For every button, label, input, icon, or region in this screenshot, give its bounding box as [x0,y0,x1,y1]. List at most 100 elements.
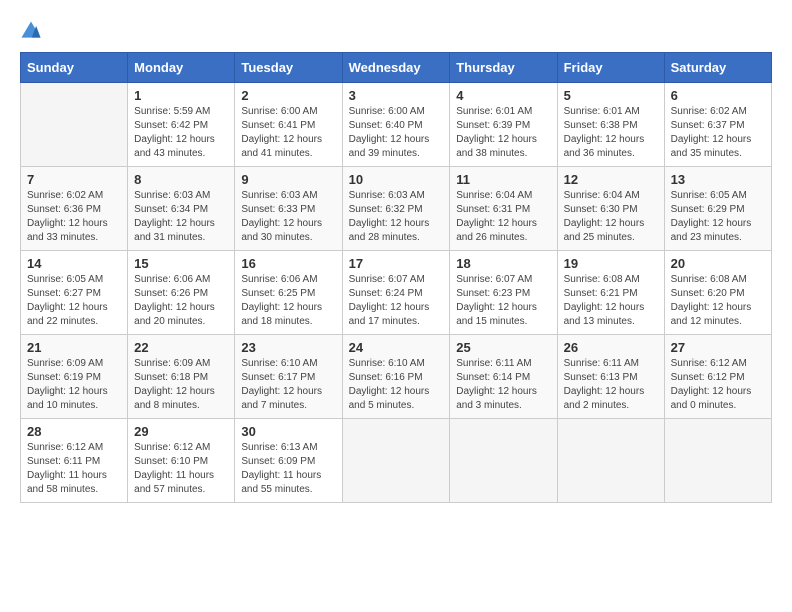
week-row: 7 Sunrise: 6:02 AM Sunset: 6:36 PM Daylig… [21,167,772,251]
day-number: 25 [456,340,550,355]
col-header-saturday: Saturday [664,53,771,83]
page-header [20,20,772,42]
day-info: Sunrise: 5:59 AM Sunset: 6:42 PM Dayligh… [134,105,228,161]
calendar-cell: 11 Sunrise: 6:04 AM Sunset: 6:31 PM Dayli… [450,167,557,251]
calendar-cell: 28Sunrise: 6:12 AM Sunset: 6:11 PM Dayli… [21,419,128,503]
calendar-cell: 13 Sunrise: 6:05 AM Sunset: 6:29 PM Dayli… [664,167,771,251]
day-info: Sunrise: 6:11 AM Sunset: 6:14 PM Dayligh… [456,357,550,413]
day-number: 9 [241,172,335,187]
day-info: Sunrise: 6:05 AM Sunset: 6:27 PM Dayligh… [27,273,121,329]
day-number: 4 [456,88,550,103]
day-info: Sunrise: 6:03 AM Sunset: 6:34 PM Dayligh… [134,189,228,245]
day-info: Sunrise: 6:05 AM Sunset: 6:29 PM Dayligh… [671,189,765,245]
day-number: 30 [241,424,335,439]
day-number: 12 [564,172,658,187]
calendar-cell: 12 Sunrise: 6:04 AM Sunset: 6:30 PM Dayli… [557,167,664,251]
day-info: Sunrise: 6:03 AM Sunset: 6:32 PM Dayligh… [349,189,444,245]
day-number: 29 [134,424,228,439]
day-number: 5 [564,88,658,103]
calendar-cell [450,419,557,503]
day-info: Sunrise: 6:08 AM Sunset: 6:20 PM Dayligh… [671,273,765,329]
day-number: 15 [134,256,228,271]
day-info: Sunrise: 6:01 AM Sunset: 6:39 PM Dayligh… [456,105,550,161]
col-header-tuesday: Tuesday [235,53,342,83]
day-info: Sunrise: 6:08 AM Sunset: 6:21 PM Dayligh… [564,273,658,329]
day-number: 19 [564,256,658,271]
col-header-sunday: Sunday [21,53,128,83]
day-info: Sunrise: 6:06 AM Sunset: 6:26 PM Dayligh… [134,273,228,329]
calendar-cell: 26 Sunrise: 6:11 AM Sunset: 6:13 PM Dayli… [557,335,664,419]
header-row: SundayMondayTuesdayWednesdayThursdayFrid… [21,53,772,83]
day-number: 14 [27,256,121,271]
day-info: Sunrise: 6:13 AM Sunset: 6:09 PM Dayligh… [241,441,335,497]
day-number: 23 [241,340,335,355]
day-number: 13 [671,172,765,187]
calendar-cell: 19 Sunrise: 6:08 AM Sunset: 6:21 PM Dayli… [557,251,664,335]
calendar-cell: 30 Sunrise: 6:13 AM Sunset: 6:09 PM Dayli… [235,419,342,503]
calendar-cell: 6 Sunrise: 6:02 AM Sunset: 6:37 PM Daylig… [664,83,771,167]
day-number: 16 [241,256,335,271]
logo [20,20,46,42]
day-number: 7 [27,172,121,187]
day-info: Sunrise: 6:04 AM Sunset: 6:31 PM Dayligh… [456,189,550,245]
calendar-cell [557,419,664,503]
day-info: Sunrise: 6:02 AM Sunset: 6:37 PM Dayligh… [671,105,765,161]
calendar-cell: 4 Sunrise: 6:01 AM Sunset: 6:39 PM Daylig… [450,83,557,167]
day-number: 22 [134,340,228,355]
day-number: 11 [456,172,550,187]
calendar-cell: 9Sunrise: 6:03 AM Sunset: 6:33 PM Daylig… [235,167,342,251]
calendar-cell: 22 Sunrise: 6:09 AM Sunset: 6:18 PM Dayli… [128,335,235,419]
day-info: Sunrise: 6:02 AM Sunset: 6:36 PM Dayligh… [27,189,121,245]
col-header-monday: Monday [128,53,235,83]
calendar-cell: 20 Sunrise: 6:08 AM Sunset: 6:20 PM Dayli… [664,251,771,335]
day-info: Sunrise: 6:00 AM Sunset: 6:40 PM Dayligh… [349,105,444,161]
day-number: 27 [671,340,765,355]
day-number: 3 [349,88,444,103]
day-info: Sunrise: 6:06 AM Sunset: 6:25 PM Dayligh… [241,273,335,329]
day-info: Sunrise: 6:00 AM Sunset: 6:41 PM Dayligh… [241,105,335,161]
calendar-cell: 2 Sunrise: 6:00 AM Sunset: 6:41 PM Daylig… [235,83,342,167]
calendar-cell: 14 Sunrise: 6:05 AM Sunset: 6:27 PM Dayli… [21,251,128,335]
day-info: Sunrise: 6:07 AM Sunset: 6:23 PM Dayligh… [456,273,550,329]
calendar-cell [664,419,771,503]
calendar-cell: 3 Sunrise: 6:00 AM Sunset: 6:40 PM Daylig… [342,83,450,167]
col-header-thursday: Thursday [450,53,557,83]
logo-icon [20,20,42,42]
day-number: 6 [671,88,765,103]
day-info: Sunrise: 6:04 AM Sunset: 6:30 PM Dayligh… [564,189,658,245]
week-row: 21Sunrise: 6:09 AM Sunset: 6:19 PM Dayli… [21,335,772,419]
calendar-cell: 1 Sunrise: 5:59 AM Sunset: 6:42 PM Daylig… [128,83,235,167]
day-info: Sunrise: 6:12 AM Sunset: 6:12 PM Dayligh… [671,357,765,413]
day-info: Sunrise: 6:10 AM Sunset: 6:17 PM Dayligh… [241,357,335,413]
calendar-cell: 24 Sunrise: 6:10 AM Sunset: 6:16 PM Dayli… [342,335,450,419]
calendar-cell: 10Sunrise: 6:03 AM Sunset: 6:32 PM Dayli… [342,167,450,251]
calendar-cell: 17 Sunrise: 6:07 AM Sunset: 6:24 PM Dayli… [342,251,450,335]
col-header-wednesday: Wednesday [342,53,450,83]
day-number: 21 [27,340,121,355]
day-info: Sunrise: 6:11 AM Sunset: 6:13 PM Dayligh… [564,357,658,413]
day-number: 20 [671,256,765,271]
day-number: 24 [349,340,444,355]
calendar-cell: 7 Sunrise: 6:02 AM Sunset: 6:36 PM Daylig… [21,167,128,251]
calendar-cell: 18 Sunrise: 6:07 AM Sunset: 6:23 PM Dayli… [450,251,557,335]
calendar-table: SundayMondayTuesdayWednesdayThursdayFrid… [20,52,772,503]
day-number: 28 [27,424,121,439]
week-row: 28Sunrise: 6:12 AM Sunset: 6:11 PM Dayli… [21,419,772,503]
calendar-cell [342,419,450,503]
calendar-cell: 23 Sunrise: 6:10 AM Sunset: 6:17 PM Dayli… [235,335,342,419]
day-info: Sunrise: 6:07 AM Sunset: 6:24 PM Dayligh… [349,273,444,329]
day-number: 17 [349,256,444,271]
day-info: Sunrise: 6:10 AM Sunset: 6:16 PM Dayligh… [349,357,444,413]
calendar-cell: 27 Sunrise: 6:12 AM Sunset: 6:12 PM Dayli… [664,335,771,419]
day-number: 8 [134,172,228,187]
day-number: 2 [241,88,335,103]
day-info: Sunrise: 6:12 AM Sunset: 6:10 PM Dayligh… [134,441,228,497]
col-header-friday: Friday [557,53,664,83]
day-number: 26 [564,340,658,355]
day-info: Sunrise: 6:01 AM Sunset: 6:38 PM Dayligh… [564,105,658,161]
day-number: 1 [134,88,228,103]
calendar-cell: 29 Sunrise: 6:12 AM Sunset: 6:10 PM Dayli… [128,419,235,503]
day-info: Sunrise: 6:09 AM Sunset: 6:18 PM Dayligh… [134,357,228,413]
day-number: 18 [456,256,550,271]
week-row: 1 Sunrise: 5:59 AM Sunset: 6:42 PM Daylig… [21,83,772,167]
